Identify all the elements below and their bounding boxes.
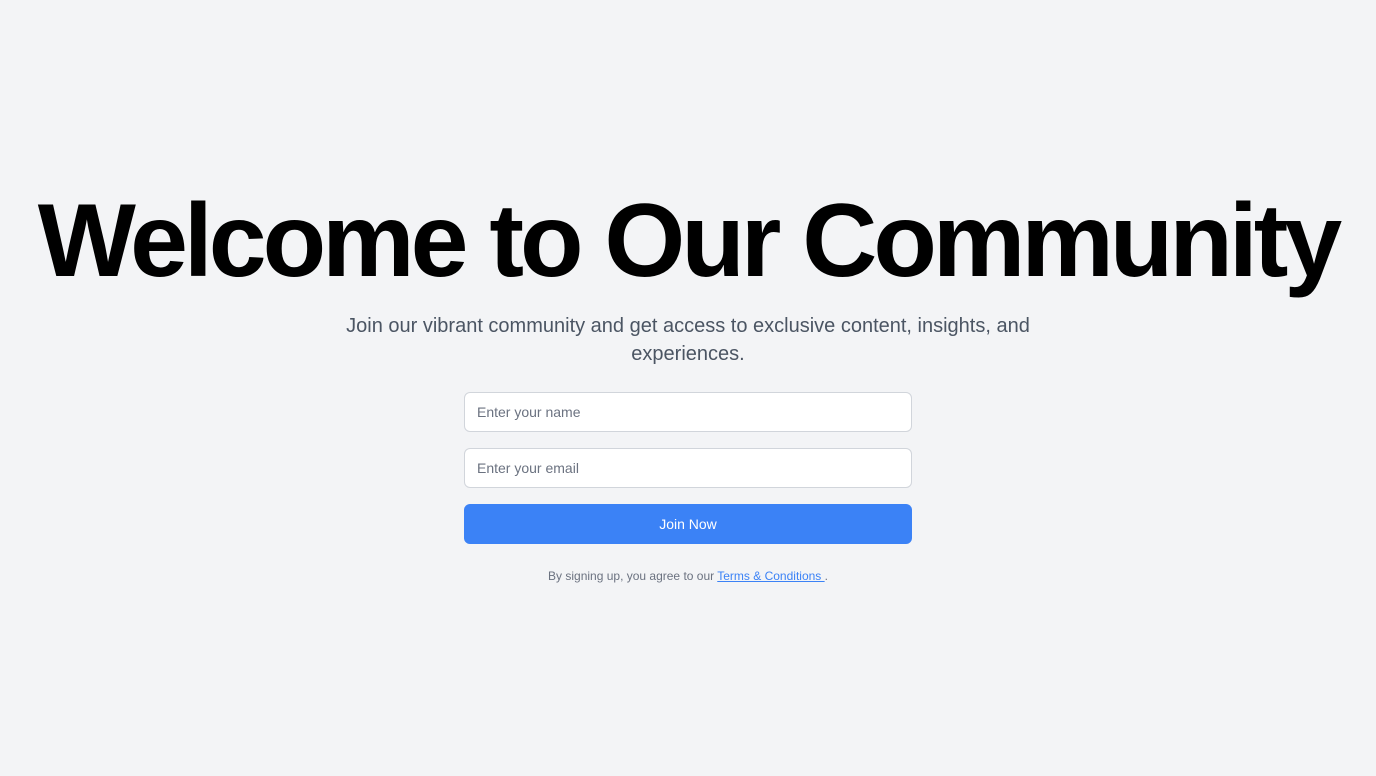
email-input[interactable]	[464, 448, 912, 488]
hero-section: Welcome to Our Community Join our vibran…	[0, 0, 1376, 776]
terms-notice: By signing up, you agree to our Terms & …	[0, 566, 1376, 586]
terms-and-conditions-link[interactable]: Terms & Conditions	[717, 569, 824, 583]
signup-form: Join Now	[464, 392, 912, 544]
terms-prefix-text: By signing up, you agree to our	[548, 569, 715, 583]
join-now-button[interactable]: Join Now	[464, 504, 912, 544]
page-title: Welcome to Our Community	[37, 183, 1342, 299]
page-subtitle: Join our vibrant community and get acces…	[346, 315, 1030, 365]
name-input[interactable]	[464, 392, 912, 432]
terms-suffix-text: .	[824, 569, 828, 583]
